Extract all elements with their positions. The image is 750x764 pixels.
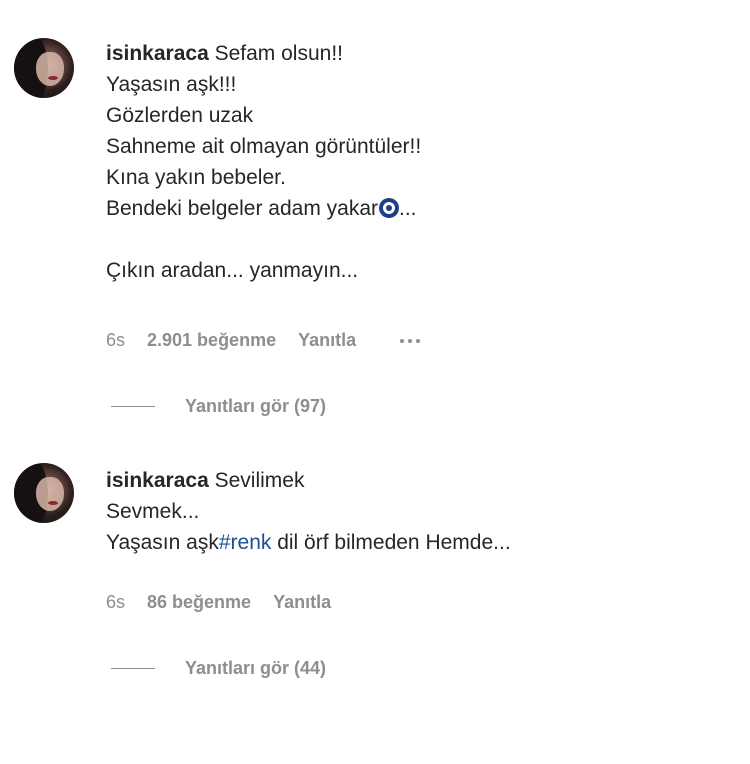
reply-button[interactable]: Yanıtla [273, 592, 331, 613]
likes-count[interactable]: 86 beğenme [147, 592, 251, 613]
likes-count[interactable]: 2.901 beğenme [147, 330, 276, 351]
comment-meta: 6s 2.901 beğenme Yanıtla [106, 330, 442, 351]
comment-line: Sevilimek [214, 469, 305, 492]
more-horizontal-icon[interactable] [400, 338, 421, 343]
divider [111, 406, 155, 407]
comment-line: Yaşasın aşk!!! [106, 73, 237, 96]
username[interactable]: isinkaraca [106, 469, 209, 492]
comment-line: Gözlerden uzak [106, 104, 254, 127]
comment-line: Sahneme ait olmayan görüntüler!! [106, 135, 422, 158]
comment-line: Sefam olsun!! [214, 42, 343, 65]
comment-line: dil örf bilmeden Hemde... [271, 531, 511, 554]
username[interactable]: isinkaraca [106, 42, 209, 65]
view-replies-label: Yanıtları gör (97) [185, 396, 327, 416]
comment-text: isinkaraca Sevilimek Sevmek... Yaşasın a… [106, 465, 511, 558]
view-replies-button[interactable]: Yanıtları gör (44) [111, 658, 326, 679]
divider [111, 668, 155, 669]
view-replies-label: Yanıtları gör (44) [185, 658, 327, 678]
hashtag-link[interactable]: #renk [219, 531, 272, 554]
reply-button[interactable]: Yanıtla [298, 330, 356, 351]
view-replies-button[interactable]: Yanıtları gör (97) [111, 396, 326, 417]
comment-line: Sevmek... [106, 500, 200, 523]
comment-line: Yaşasın aşk [106, 531, 219, 554]
timestamp: 6s [106, 592, 126, 612]
comment-meta: 6s 86 beğenme Yanıtla [106, 592, 353, 613]
comment-line: Çıkın aradan... yanmayın... [106, 259, 359, 282]
timestamp: 6s [106, 330, 126, 350]
evil-eye-icon [379, 198, 399, 218]
avatar[interactable] [14, 38, 74, 98]
ellipsis-text: ... [399, 197, 417, 220]
comment-text: isinkaraca Sefam olsun!! Yaşasın aşk!!! … [106, 38, 421, 286]
avatar[interactable] [14, 463, 74, 523]
comment-line: Kına yakın bebeler. [106, 166, 286, 189]
comment-line: Bendeki belgeler adam yakar [106, 197, 378, 220]
